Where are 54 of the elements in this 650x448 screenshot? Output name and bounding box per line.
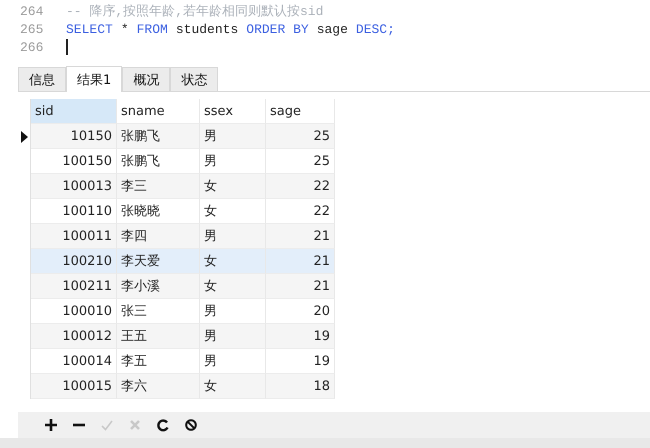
column-header[interactable]: sage [266,99,335,124]
column-header[interactable]: ssex [200,99,266,124]
code-token: SELECT [66,22,113,36]
code-editor[interactable]: 264 -- 降序,按照年龄,若年龄相同则默认按sid 265 SELECT * FROM students ORDER BY sage DESC; 266 [0,0,650,58]
code-token: ORDER BY [246,22,309,36]
table-cell: 100210 [31,249,117,274]
table-cell: 18 [266,374,335,399]
table-cell: 19 [266,324,335,349]
table-cell: 21 [266,249,335,274]
table-cell: 21 [266,274,335,299]
table-cell: 李天爱 [117,249,200,274]
table-row[interactable]: 100210 李天爱 女 21 [18,249,335,274]
table-cell: 100211 [31,274,117,299]
table-cell: 22 [266,174,335,199]
table-cell: 女 [200,249,266,274]
table-cell: 男 [200,324,266,349]
result-tab[interactable]: 信息 [18,67,66,91]
table-row[interactable]: 100012 王五 男 19 [18,324,335,349]
table-cell: 李小溪 [117,274,200,299]
code-token: * [120,22,129,36]
code-token: DESC; [356,22,395,36]
table-cell: 100012 [31,324,117,349]
table-row[interactable]: 100011 李四 男 21 [18,224,335,249]
table-cell: 张鹏飞 [117,124,200,149]
table-cell: 10150 [31,124,117,149]
code-token: students [176,22,238,36]
table-cell: 女 [200,174,266,199]
table-cell: 100015 [31,374,117,399]
result-tab[interactable]: 概况 [122,67,170,91]
column-header[interactable]: sid [31,99,117,124]
code-token: FROM [136,22,168,36]
table-row[interactable]: 100013 李三 女 22 [18,174,335,199]
table-row[interactable]: 100015 李六 女 18 [18,374,335,399]
table-cell: 100013 [31,174,117,199]
table-row[interactable]: 10150 张鹏飞 男 25 [18,124,335,149]
table-cell: 王五 [117,324,200,349]
plus-icon[interactable] [42,416,60,434]
table-cell: 25 [266,124,335,149]
current-row-icon [20,130,28,142]
table-cell: 李六 [117,374,200,399]
line-number: 264 [20,4,44,18]
table-cell: 男 [200,124,266,149]
table-row[interactable]: 100211 李小溪 女 21 [18,274,335,299]
table-cell: 女 [200,274,266,299]
stop-icon[interactable] [182,416,200,434]
result-tab[interactable]: 状态 [170,67,218,91]
table-cell: 女 [200,374,266,399]
column-header[interactable]: sname [117,99,200,124]
code-token: sage [316,22,348,36]
table-cell: 李三 [117,174,200,199]
result-tab[interactable]: 结果1 [66,66,122,92]
code-token: -- 降序,按照年龄,若年龄相同则默认按sid [66,3,324,20]
line-number: 266 [20,40,44,54]
line-number: 265 [20,22,44,36]
